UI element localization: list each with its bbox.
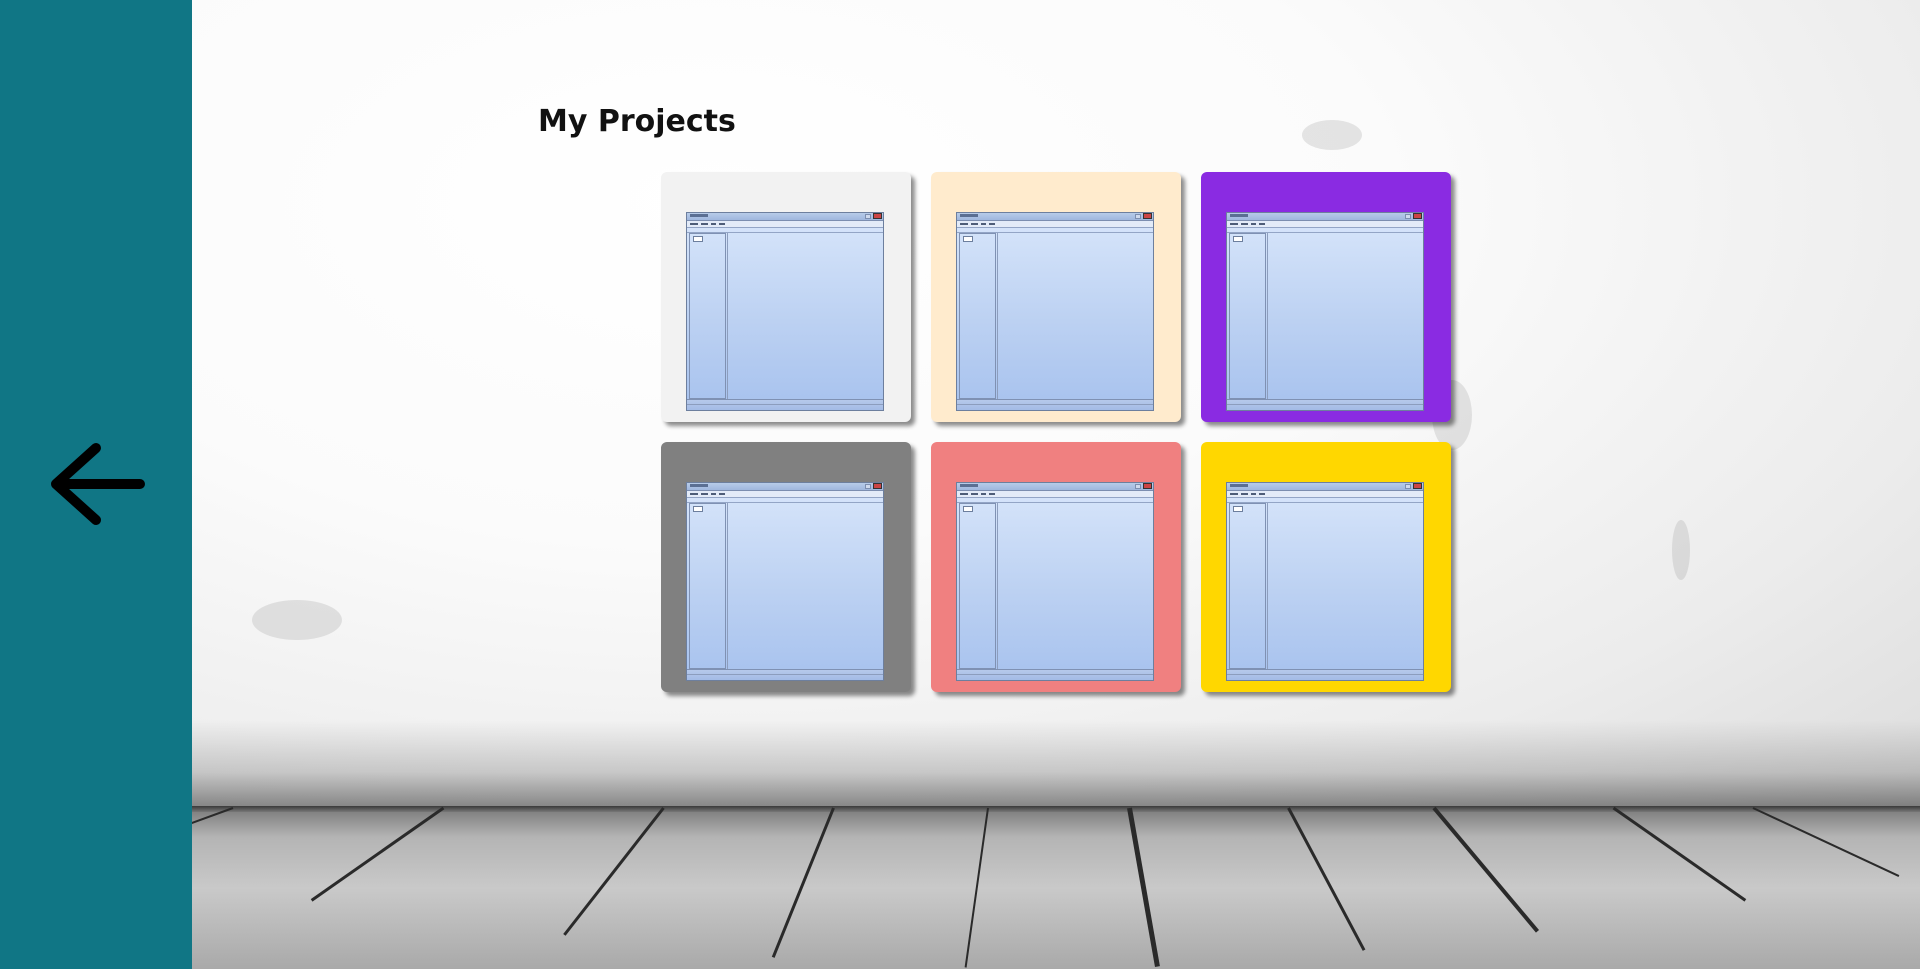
project-tile[interactable]: [1201, 172, 1451, 422]
project-thumbnail: [686, 212, 884, 411]
close-icon: [873, 483, 882, 489]
app-root: My Projects: [0, 0, 1920, 969]
close-icon: [1143, 483, 1152, 489]
wall-stain: [1302, 120, 1362, 150]
project-tile[interactable]: [1201, 442, 1451, 692]
floor-edge: [192, 806, 1920, 812]
project-thumbnail: [1226, 212, 1424, 411]
close-icon: [1143, 213, 1152, 219]
project-tile[interactable]: [931, 442, 1181, 692]
wall-grime: [192, 720, 1920, 815]
project-tile[interactable]: [661, 172, 911, 422]
sidebar: [0, 0, 192, 969]
project-grid: [661, 172, 1453, 694]
close-icon: [1413, 213, 1422, 219]
project-thumbnail: [956, 482, 1154, 681]
close-icon: [1413, 483, 1422, 489]
project-thumbnail: [956, 212, 1154, 411]
wall-stain: [252, 600, 342, 640]
close-icon: [873, 213, 882, 219]
page-title: My Projects: [538, 104, 736, 139]
project-thumbnail: [686, 482, 884, 681]
back-button[interactable]: [44, 440, 148, 528]
project-tile[interactable]: [931, 172, 1181, 422]
project-thumbnail: [1226, 482, 1424, 681]
wall-stain: [1672, 520, 1690, 580]
wooden-floor: [192, 808, 1920, 969]
project-tile[interactable]: [661, 442, 911, 692]
arrow-left-icon: [51, 443, 145, 525]
